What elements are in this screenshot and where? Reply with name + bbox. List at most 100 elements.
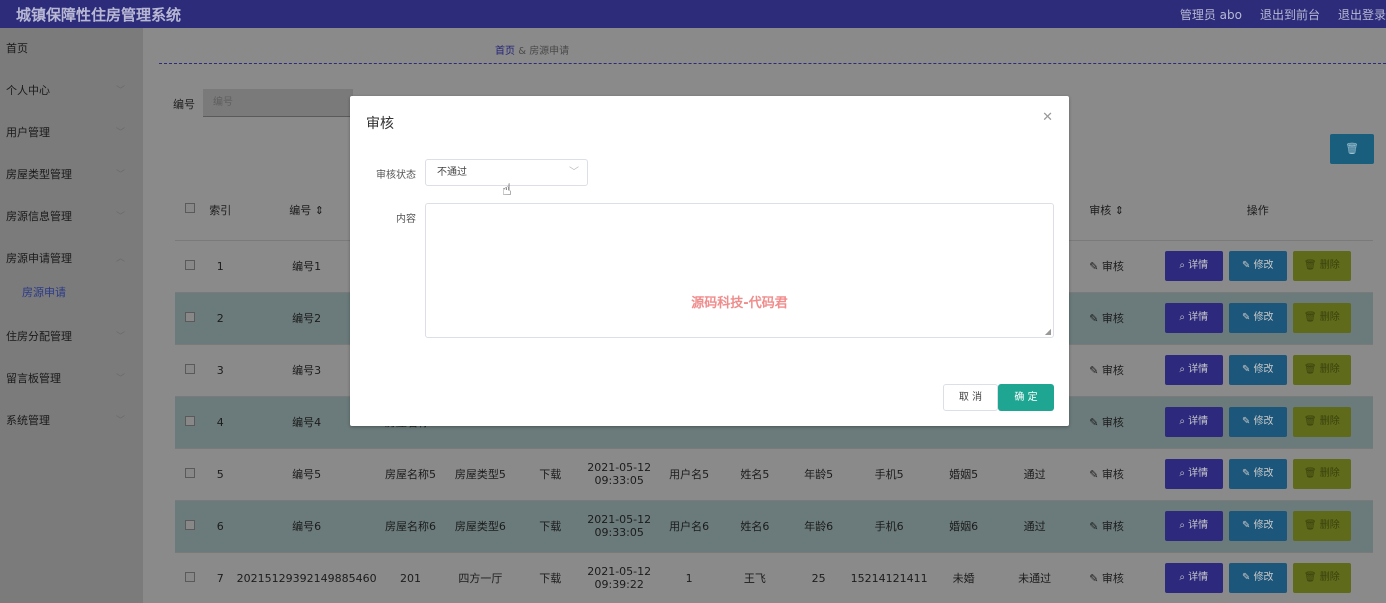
bulk-delete-button[interactable]: 🗑 <box>1330 134 1374 164</box>
edit-icon: ✎ <box>1089 416 1102 429</box>
cell-index: 1 <box>205 240 235 293</box>
cell-file[interactable]: 下载 <box>518 448 583 501</box>
edit-button[interactable]: ✎ 修改 <box>1228 407 1287 437</box>
sidebar-item-message-board[interactable]: 留言板管理 ﹀ <box>0 358 143 400</box>
chevron-down-icon: ﹀ <box>115 332 125 342</box>
detail-button[interactable]: ⌕ 详情 <box>1164 511 1223 541</box>
search-icon: ⌕ <box>1179 416 1189 427</box>
cell-user: 1 <box>656 552 723 603</box>
back-to-frontend-link[interactable]: 退出到前台 <box>1260 6 1320 23</box>
chevron-down-icon: ﹀ <box>569 167 579 178</box>
cell-file[interactable]: 下载 <box>518 552 583 603</box>
sidebar-item-housing-allocation[interactable]: 住房分配管理 ﹀ <box>0 316 143 358</box>
row-checkbox[interactable] <box>185 519 196 530</box>
detail-button[interactable]: ⌕ 详情 <box>1164 407 1223 437</box>
trash-icon: 🗑 <box>1303 468 1320 479</box>
logout-link[interactable]: 退出登录 <box>1338 6 1386 23</box>
cell-index: 4 <box>205 396 235 449</box>
edit-button[interactable]: ✎ 修改 <box>1228 355 1287 385</box>
delete-button[interactable]: 🗑 删除 <box>1292 563 1351 593</box>
search-icon: ⌕ <box>1179 520 1189 531</box>
detail-button[interactable]: ⌕ 详情 <box>1164 355 1223 385</box>
edit-icon: ✎ <box>1242 468 1254 479</box>
row-checkbox[interactable] <box>185 259 196 270</box>
chevron-down-icon: ﹀ <box>115 212 125 222</box>
row-checkbox[interactable] <box>185 363 196 374</box>
delete-button[interactable]: 🗑 删除 <box>1292 407 1351 437</box>
sidebar-item-house-info-management[interactable]: 房源信息管理 ﹀ <box>0 196 143 238</box>
audit-link[interactable]: ✎ 审核 <box>1070 396 1143 449</box>
trash-icon: 🗑 <box>1303 520 1320 531</box>
edit-icon: ✎ <box>1242 416 1254 427</box>
detail-button[interactable]: ⌕ 详情 <box>1164 459 1223 489</box>
trash-icon: 🗑 <box>1303 312 1320 323</box>
audit-link[interactable]: ✎ 审核 <box>1070 292 1143 345</box>
detail-button[interactable]: ⌕ 详情 <box>1164 563 1223 593</box>
audit-link[interactable]: ✎ 审核 <box>1070 240 1143 293</box>
detail-button[interactable]: ⌕ 详情 <box>1164 251 1223 281</box>
audit-link[interactable]: ✎ 审核 <box>1070 448 1143 501</box>
sidebar-item-personal-center[interactable]: 个人中心 ﹀ <box>0 70 143 112</box>
breadcrumb: 首页 & 房源申请 <box>495 46 570 57</box>
delete-button[interactable]: 🗑 删除 <box>1292 355 1351 385</box>
chevron-down-icon: ﹀ <box>115 374 125 384</box>
select-all-checkbox[interactable] <box>185 203 196 214</box>
trash-icon: 🗑 <box>1303 572 1320 583</box>
cancel-button[interactable]: 取 消 <box>943 384 998 411</box>
table-row: 7 20215129392149885460 201 四方一厅 下载 2021-05-12… <box>175 552 1373 603</box>
trash-icon: 🗑 <box>1303 416 1320 427</box>
delete-button[interactable]: 🗑 删除 <box>1292 511 1351 541</box>
divider <box>159 63 1386 64</box>
detail-button[interactable]: ⌕ 详情 <box>1164 303 1223 333</box>
cell-file[interactable]: 下载 <box>518 500 583 553</box>
search-icon: ⌕ <box>1179 468 1189 479</box>
search-input[interactable]: 编号 <box>203 89 353 117</box>
sidebar-item-home[interactable]: 首页 <box>0 28 143 70</box>
col-ops: 操作 <box>1142 180 1373 241</box>
delete-button[interactable]: 🗑 删除 <box>1292 459 1351 489</box>
edit-button[interactable]: ✎ 修改 <box>1228 459 1287 489</box>
col-audit[interactable]: 审核 ⇕ <box>1070 180 1143 241</box>
chevron-down-icon: ﹀ <box>115 416 125 426</box>
search-label: 编号 <box>173 98 195 111</box>
sidebar-item-system-management[interactable]: 系统管理 ﹀ <box>0 400 143 442</box>
sidebar-item-house-type-management[interactable]: 房屋类型管理 ﹀ <box>0 154 143 196</box>
edit-button[interactable]: ✎ 修改 <box>1228 303 1287 333</box>
resize-handle-icon[interactable]: ◢ <box>1045 327 1051 336</box>
search-icon: ⌕ <box>1179 364 1189 375</box>
edit-button[interactable]: ✎ 修改 <box>1228 563 1287 593</box>
breadcrumb-home[interactable]: 首页 <box>495 46 515 57</box>
sidebar-item-house-application-management[interactable]: 房源申请管理 ︿ <box>0 238 143 280</box>
cell-phone: 15214121411 <box>849 552 929 603</box>
table-row: 5 编号5 房屋名称5 房屋类型5 下载 2021-05-12 09:33:05 用户名5 姓… <box>175 448 1373 501</box>
edit-button[interactable]: ✎ 修改 <box>1228 251 1287 281</box>
cell-marital: 婚姻5 <box>928 448 999 501</box>
chevron-down-icon: ﹀ <box>115 86 125 96</box>
cell-index: 7 <box>205 552 235 603</box>
edit-icon: ✎ <box>1242 364 1254 375</box>
cell-type: 房屋类型5 <box>442 448 519 501</box>
edit-button[interactable]: ✎ 修改 <box>1228 511 1287 541</box>
row-checkbox[interactable] <box>185 571 196 582</box>
audit-link[interactable]: ✎ 审核 <box>1070 500 1143 553</box>
confirm-button[interactable]: 确 定 <box>998 384 1054 411</box>
audit-link[interactable]: ✎ 审核 <box>1070 552 1143 603</box>
header-actions: 管理员 abo 退出到前台 退出登录 <box>1180 0 1386 28</box>
sidebar-item-user-management[interactable]: 用户管理 ﹀ <box>0 112 143 154</box>
cell-age: 年龄6 <box>787 500 850 553</box>
content-textarea[interactable]: 源码科技-代码君 ◢ <box>425 203 1054 338</box>
sidebar-subitem-house-application[interactable]: 房源申请 <box>0 280 143 316</box>
row-checkbox[interactable] <box>185 467 196 478</box>
audit-link[interactable]: ✎ 审核 <box>1070 344 1143 397</box>
delete-button[interactable]: 🗑 删除 <box>1292 303 1351 333</box>
cell-index: 5 <box>205 448 235 501</box>
cell-type: 四方一厅 <box>442 552 519 603</box>
delete-button[interactable]: 🗑 删除 <box>1292 251 1351 281</box>
chevron-down-icon: ﹀ <box>115 170 125 180</box>
edit-icon: ✎ <box>1242 312 1254 323</box>
row-checkbox[interactable] <box>185 415 196 426</box>
cell-code: 20215129392149885460 <box>234 552 379 603</box>
close-icon[interactable]: ✕ <box>1042 110 1053 125</box>
row-checkbox[interactable] <box>185 311 196 322</box>
cell-type: 房屋类型6 <box>442 500 519 553</box>
